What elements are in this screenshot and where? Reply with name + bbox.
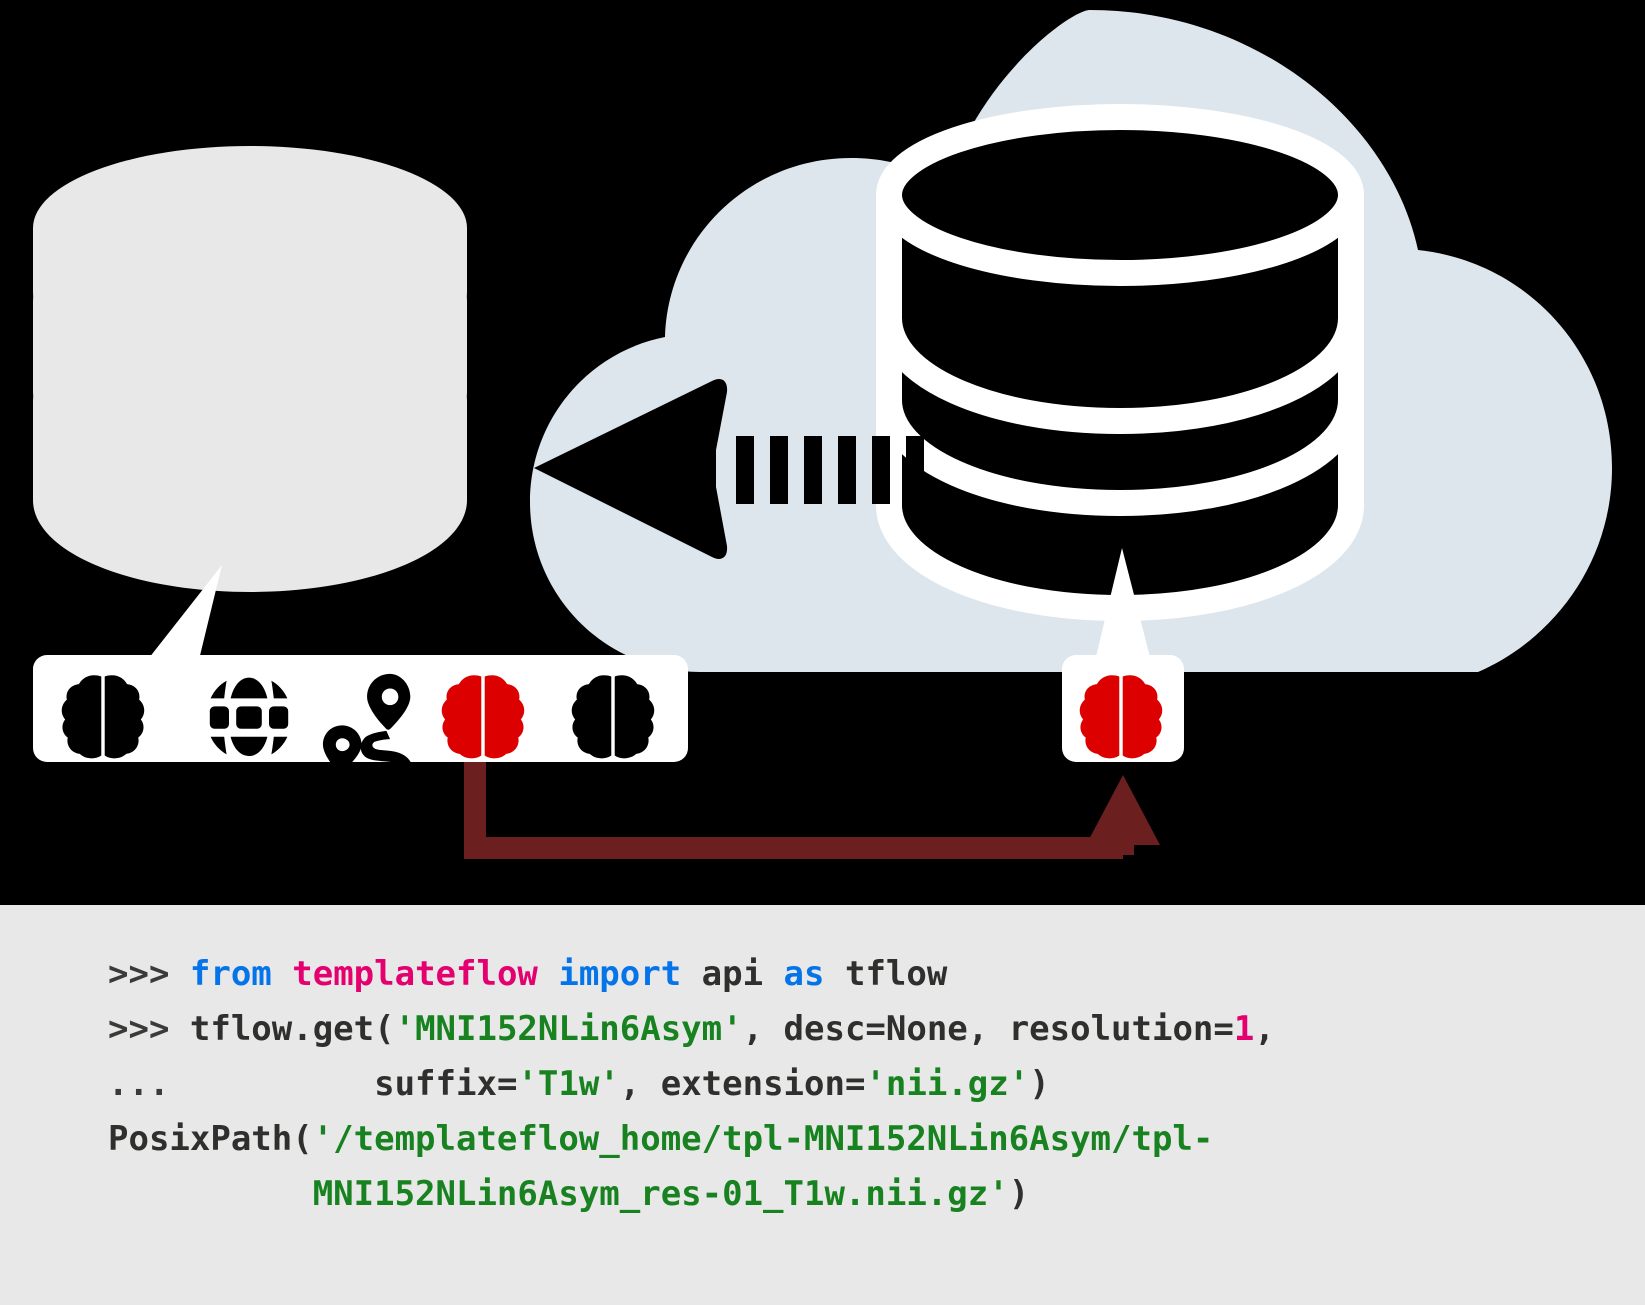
repl-token-plain: , extension= — [619, 1064, 866, 1104]
globe-icon[interactable] — [209, 677, 289, 756]
repl-token-str: 'nii.gz' — [865, 1064, 1030, 1104]
repl-token-plain: PosixPath( — [108, 1119, 313, 1159]
repl-token-str: MNI152NLin6Asym_res-01_T1w.nii.gz' — [312, 1174, 1009, 1214]
repl-token-mod: templateflow — [292, 954, 559, 994]
repl-token-prompt: >>> — [108, 954, 190, 994]
repl-token-plain: , — [1254, 1009, 1275, 1049]
local-cached-templates-bar[interactable] — [33, 655, 688, 790]
repl-token-prompt: >>> — [108, 1009, 190, 1049]
local-template-cache-database — [33, 146, 467, 592]
repl-token-kw: import — [558, 954, 702, 994]
repl-token-plain: ) — [1008, 1174, 1030, 1214]
repl-token-kw: as — [783, 954, 845, 994]
repl-token-plain: tflow.get( — [189, 1009, 395, 1049]
python-repl-transcript: >>> from templateflow import api as tflo… — [0, 905, 1645, 1305]
requested-template-badge[interactable] — [1062, 655, 1184, 762]
repl-token-num: 1 — [1233, 1009, 1255, 1049]
templateflow-figure: >>> from templateflow import api as tflo… — [0, 0, 1645, 1305]
repl-token-kw: from — [189, 954, 293, 994]
remote-template-database — [876, 104, 1364, 621]
repl-line: MNI152NLin6Asym_res-01_T1w.nii.gz') — [108, 1167, 1275, 1222]
repl-token-str: '/templateflow_home/tpl-MNI152NLin6Asym/… — [312, 1119, 1214, 1159]
fetch-connector — [464, 762, 1160, 859]
repl-line: >>> from templateflow import api as tflo… — [108, 947, 1275, 1002]
repl-line: ... suffix='T1w', extension='nii.gz') — [108, 1057, 1275, 1112]
repl-token-plain: suffix= — [169, 1064, 518, 1104]
repl-token-prompt: ... — [108, 1064, 170, 1104]
repl-line: PosixPath('/templateflow_home/tpl-MNI152… — [108, 1112, 1275, 1167]
repl-token-str: 'T1w' — [517, 1064, 620, 1104]
repl-token-plain — [108, 1174, 313, 1214]
repl-code-block: >>> from templateflow import api as tflo… — [108, 947, 1275, 1222]
repl-token-plain: ) — [1029, 1064, 1050, 1104]
repl-token-plain: api — [701, 954, 784, 994]
diagram-panel — [0, 0, 1645, 905]
repl-token-str: 'MNI152NLin6Asym' — [394, 1009, 743, 1049]
repl-token-plain: tflow — [844, 954, 948, 994]
repl-token-plain: , desc=None, resolution= — [742, 1009, 1234, 1049]
repl-line: >>> tflow.get('MNI152NLin6Asym', desc=No… — [108, 1002, 1275, 1057]
